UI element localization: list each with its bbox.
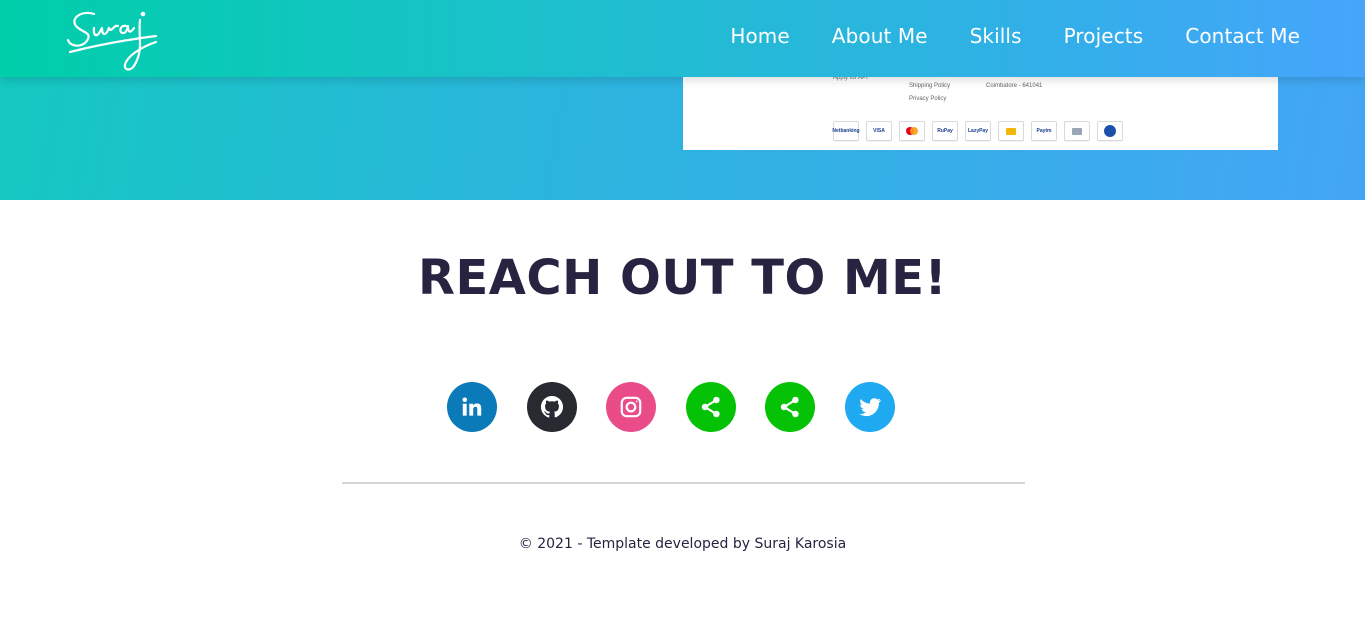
share-button-1[interactable] <box>685 382 736 432</box>
wallet-icon <box>998 121 1024 141</box>
footer-divider <box>342 482 1025 484</box>
lazypay-icon: LazyPay <box>965 121 991 141</box>
payment-icons-row: Netbanking VISA RuPay LazyPay Paytm <box>832 121 1123 141</box>
nav-projects[interactable]: Projects <box>1064 24 1144 48</box>
instagram-icon <box>620 396 642 418</box>
linkedin-icon <box>462 397 482 416</box>
suraj-signature-logo[interactable] <box>64 6 164 76</box>
github-button[interactable] <box>526 382 577 432</box>
contact-heading: REACH OUT TO ME! <box>418 250 947 306</box>
nav-contact-me[interactable]: Contact Me <box>1185 24 1300 48</box>
top-navbar: Home About Me Skills Projects Contact Me <box>0 0 1365 77</box>
mastercard-icon <box>899 121 925 141</box>
nav-links: Home About Me Skills Projects Contact Me <box>688 0 1300 72</box>
nav-home[interactable]: Home <box>730 24 789 48</box>
footer-copyright: © 2021 - Template developed by Suraj Kar… <box>518 536 847 552</box>
twitter-icon <box>858 398 881 417</box>
nav-about-me[interactable]: About Me <box>832 24 928 48</box>
wallet-icon <box>1064 121 1090 141</box>
social-links <box>447 382 895 432</box>
linkedin-button[interactable] <box>447 382 497 432</box>
netbanking-icon: Netbanking <box>832 121 860 141</box>
preview-link-shipping: Shipping Policy <box>909 83 951 89</box>
share-icon <box>780 396 799 418</box>
paytm-icon: Paytm <box>1031 121 1057 141</box>
nav-skills[interactable]: Skills <box>970 24 1022 48</box>
preview-link-privacy: Privacy Policy <box>909 96 947 102</box>
rupay-icon: RuPay <box>932 121 958 141</box>
amex-icon <box>1097 121 1123 141</box>
share-button-2[interactable] <box>765 382 815 432</box>
twitter-button[interactable] <box>844 382 895 432</box>
github-icon <box>540 395 563 418</box>
instagram-button[interactable] <box>606 382 656 432</box>
preview-address: Coimbatore - 641041 <box>986 83 1043 89</box>
visa-icon: VISA <box>866 121 892 141</box>
share-icon <box>701 396 720 418</box>
